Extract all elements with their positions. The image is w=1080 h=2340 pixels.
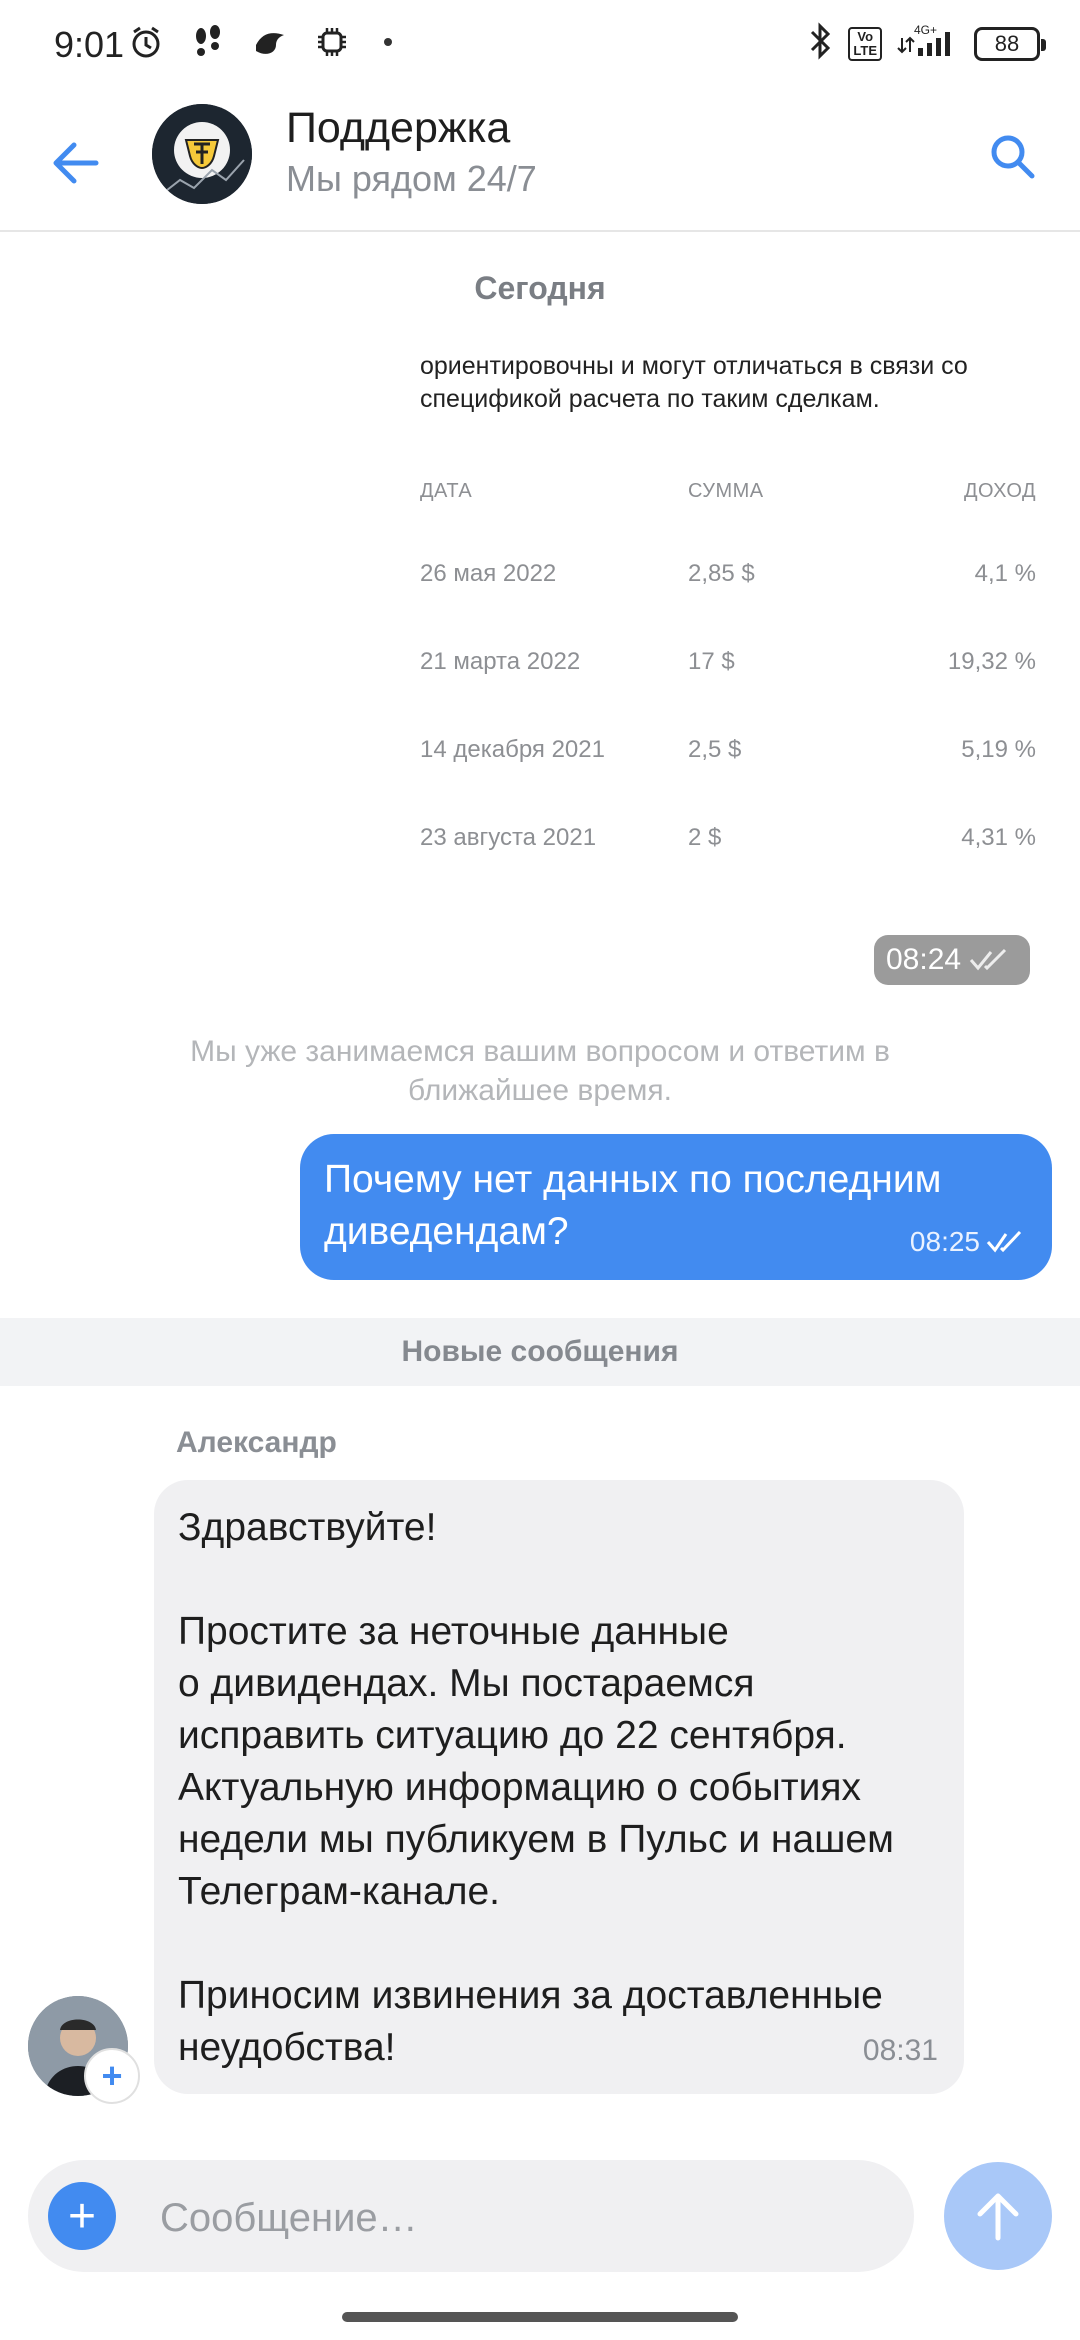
- cell-date: 14 декабря 2021: [420, 736, 605, 763]
- cell-yield: 4,1 %: [974, 560, 1036, 587]
- message-time: 08:25: [909, 1226, 980, 1257]
- cell-date: 26 мая 2022: [420, 560, 557, 587]
- arrow-left-icon: [53, 142, 99, 184]
- notification-icons: [126, 22, 392, 62]
- table-row: 21 марта 2022 17 $ 19,32 %: [420, 628, 1036, 716]
- message-input[interactable]: Сообщение…: [160, 2196, 418, 2241]
- table-row: 14 декабря 2021 2,5 $ 5,19 %: [420, 716, 1036, 804]
- sender-name: Александр: [176, 1426, 337, 1459]
- cell-amount: 17 $: [688, 648, 735, 675]
- arrow-up-icon: [977, 2193, 1019, 2241]
- volte-icon: Vo LTE: [848, 26, 882, 61]
- alarm-icon: [126, 22, 166, 62]
- home-indicator[interactable]: [342, 2312, 738, 2322]
- double-check-icon: [969, 948, 1007, 971]
- outgoing-message[interactable]: Почему нет данных по последним диведенда…: [300, 1134, 1052, 1280]
- column-header-yield: ДОХОД: [963, 480, 1036, 502]
- cell-amount: 2,85 $: [688, 560, 755, 587]
- date-separator: Сегодня: [474, 270, 606, 306]
- chat-header: Поддержка Мы рядом 24/7: [0, 96, 1080, 232]
- status-bar: 9:01 Vo LTE 4G+ 88: [0, 0, 1080, 96]
- cell-yield: 4,31 %: [961, 824, 1036, 851]
- back-button[interactable]: [40, 128, 110, 198]
- cell-amount: 2 $: [688, 824, 722, 851]
- search-button[interactable]: [980, 124, 1044, 188]
- status-time: 9:01: [54, 24, 125, 65]
- message-time-badge: 08:24: [874, 935, 1030, 985]
- bank-logo-icon: [152, 104, 252, 204]
- new-messages-separator: Новые сообщения: [0, 1318, 1080, 1386]
- message-time: 08:31: [862, 2034, 938, 2067]
- cell-date: 21 марта 2022: [420, 648, 581, 675]
- column-header-amount: СУММА: [688, 480, 764, 502]
- double-check-icon: [986, 1231, 1022, 1253]
- outgoing-message-meta: 08:25: [910, 1226, 1026, 1258]
- send-button[interactable]: [944, 2162, 1052, 2270]
- svg-text:4G+: 4G+: [914, 23, 937, 37]
- message-time: 08:24: [886, 943, 962, 976]
- dividends-table: ДАТА СУММА ДОХОД 26 мая 2022 2,85 $ 4,1 …: [420, 460, 1036, 892]
- support-avatar[interactable]: [152, 104, 252, 204]
- table-row: 26 мая 2022 2,85 $ 4,1 %: [420, 540, 1036, 628]
- cell-yield: 5,19 %: [961, 736, 1036, 763]
- cell-date: 23 августа 2021: [420, 824, 597, 851]
- cell-amount: 2,5 $: [688, 736, 742, 763]
- battery-indicator: 88: [974, 26, 1046, 61]
- add-contact-button[interactable]: +: [84, 2048, 140, 2104]
- bird-icon: [250, 22, 290, 62]
- dividends-note: ориентировочны и могут отличаться в связ…: [420, 352, 968, 413]
- footsteps-icon: [188, 22, 228, 62]
- search-icon: [991, 135, 1035, 179]
- bluetooth-icon: [808, 22, 834, 65]
- attach-button[interactable]: +: [48, 2182, 116, 2250]
- system-message: Мы уже занимаемся вашим вопросом и ответ…: [190, 1035, 890, 1107]
- chat-subtitle: Мы рядом 24/7: [286, 158, 537, 199]
- chat-screen: 9:01 Vo LTE 4G+ 88 Поддержка Мы рядом 24…: [0, 0, 1080, 2340]
- table-row: 23 августа 2021 2 $ 4,31 %: [420, 804, 1036, 892]
- system-icons: Vo LTE 4G+ 88: [808, 22, 1046, 65]
- chat-title: Поддержка: [286, 104, 511, 152]
- column-header-date: ДАТА: [420, 480, 473, 502]
- incoming-message-text: Здравствуйте! Простите за неточные данны…: [178, 1506, 894, 2069]
- message-composer: + Сообщение…: [28, 2160, 914, 2272]
- more-notifications-dot: [384, 38, 392, 46]
- signal-icon: 4G+: [896, 22, 960, 65]
- cell-yield: 19,32 %: [947, 648, 1036, 675]
- settings-chip-icon: [312, 22, 352, 62]
- incoming-message[interactable]: Здравствуйте! Простите за неточные данны…: [154, 1480, 964, 2094]
- table-header: ДАТА СУММА ДОХОД: [420, 460, 1036, 540]
